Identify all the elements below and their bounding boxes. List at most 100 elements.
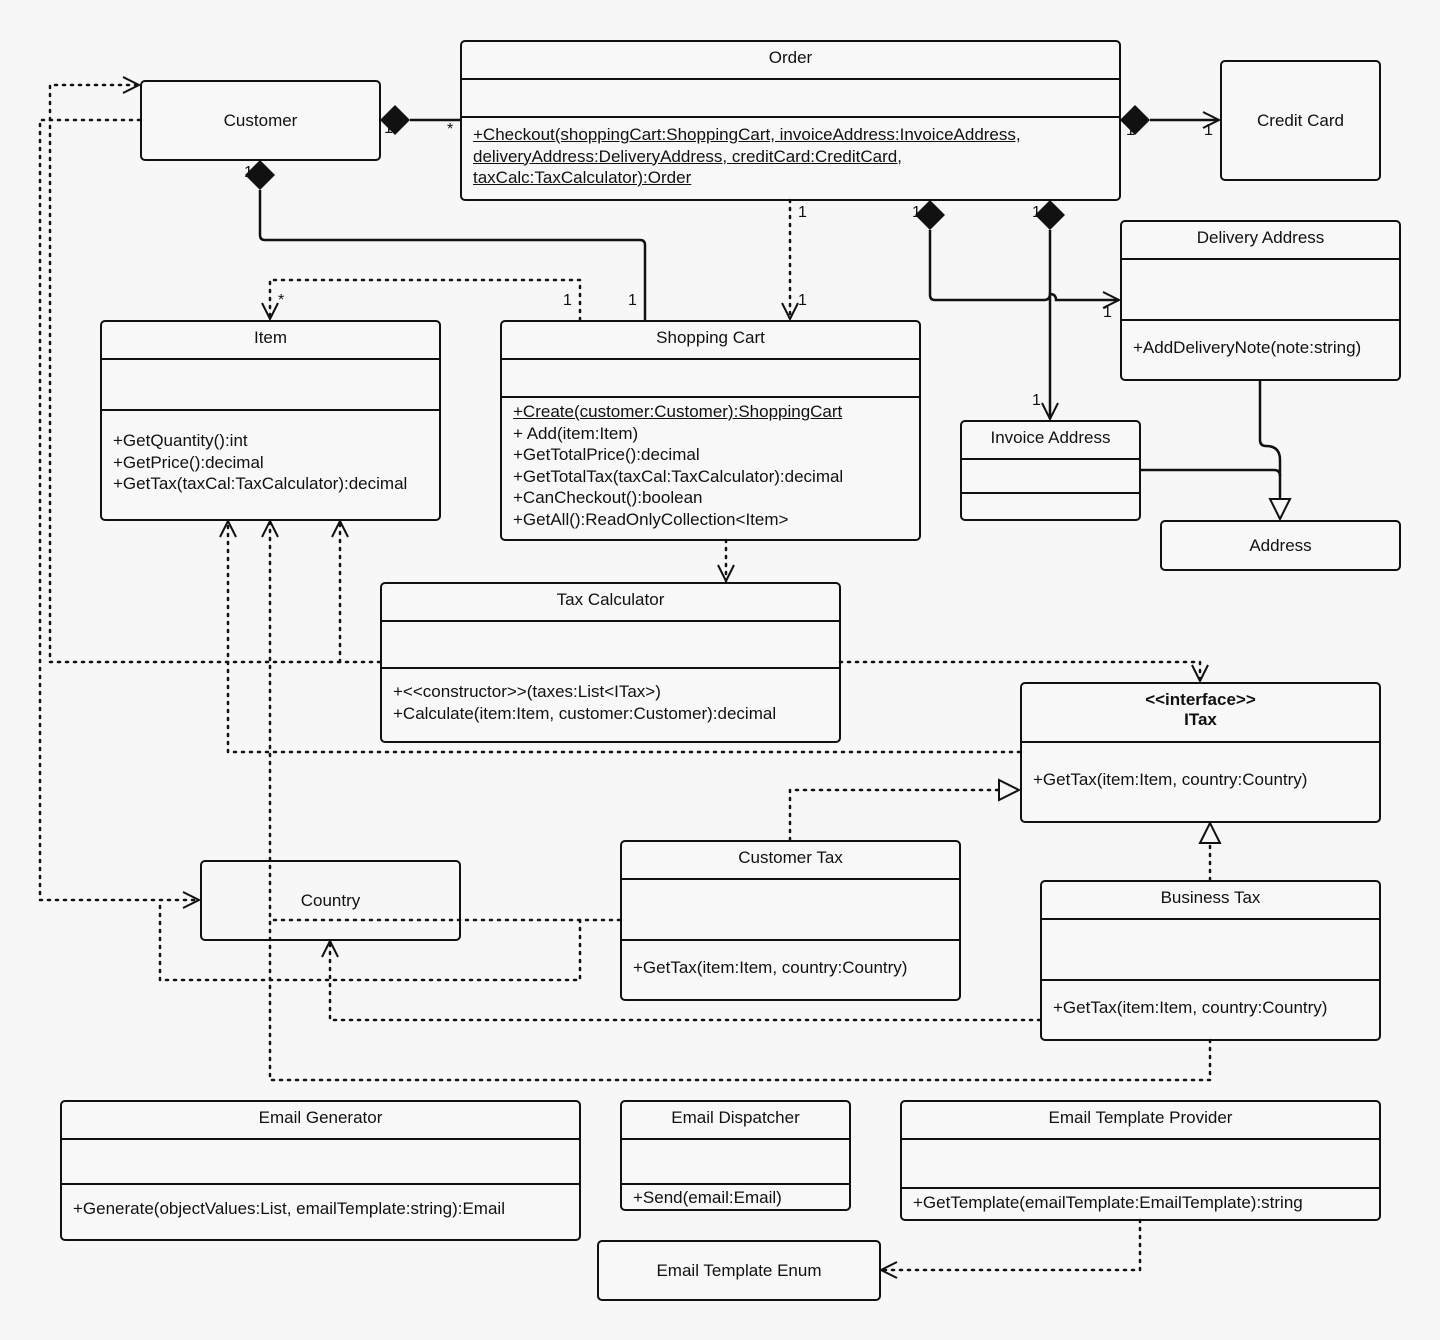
operations-compartment: +Checkout(shoppingCart:ShoppingCart, inv… [462,118,1119,189]
operation: +GetTax(item:Item, country:Country) [1033,770,1308,789]
class-customer-tax[interactable]: Customer Tax +GetTax(item:Item, country:… [620,840,961,1001]
class-country[interactable]: Country [200,860,461,941]
class-header: Tax Calculator [382,584,839,622]
class-name: Address [1249,535,1312,555]
multiplicity-label: 1 [1032,204,1041,221]
operations-compartment: +GetTax(item:Item, country:Country) [1042,981,1379,1019]
attributes-compartment [502,360,919,398]
dependency-taxcalc-itax [838,660,1200,681]
multiplicity-label: 1 [1103,304,1112,321]
operations-compartment: +GetTax(item:Item, country:Country) [622,941,959,979]
class-header: Invoice Address [962,422,1139,460]
operation: +GetTax(taxCal:TaxCalculator):decimal [113,474,408,493]
attributes-compartment [622,1140,849,1185]
class-header: <<interface>> ITax [1022,684,1379,743]
class-name: ITax [1184,710,1217,729]
class-name: Email Template Enum [656,1260,822,1280]
attributes-compartment [462,80,1119,118]
class-email-template-enum[interactable]: Email Template Enum [597,1240,881,1301]
dependency-templateprovider-enum [881,1218,1142,1270]
operation: +Create(customer:Customer):ShoppingCart [513,402,843,421]
multiplicity-label: 1 [1032,392,1041,409]
composition-diamond-icon [1120,105,1150,135]
class-email-dispatcher[interactable]: Email Dispatcher +Send(email:Email) [620,1100,851,1211]
class-header: Shopping Cart [502,322,919,360]
multiplicity-label: 1 [798,292,807,309]
operation: +GetTotalTax(taxCal:TaxCalculator):decim… [513,466,844,486]
class-name: Credit Card [1257,110,1344,130]
generalization-invoice-address [1140,468,1282,477]
operations-compartment: +GetTax(item:Item, country:Country) [1022,743,1379,791]
class-header: Email Dispatcher [622,1102,849,1140]
operation: +GetPrice():decimal [113,452,264,472]
class-email-template-provider[interactable]: Email Template Provider +GetTemplate(ema… [900,1100,1381,1221]
class-name: Item [253,328,288,347]
operations-compartment: +AddDeliveryNote(note:string) [1122,321,1399,359]
operation: +Calculate(item:Item, customer:Customer)… [393,703,777,723]
multiplicity-label: 1 [798,204,807,221]
operation: + Add(item:Item) [513,423,639,443]
attributes-compartment [622,880,959,941]
class-header: Business Tax [1042,882,1379,920]
attributes-compartment [62,1140,579,1185]
dependency-cart-item [270,278,582,322]
operation: +GetTax(item:Item, country:Country) [1053,998,1328,1017]
class-address[interactable]: Address [1160,520,1401,571]
attributes-compartment [962,460,1139,494]
class-name: Order [768,48,813,67]
multiplicity-label: 1 [244,164,253,181]
operation: +Generate(objectValues:List, emailTempla… [73,1199,505,1218]
class-business-tax[interactable]: Business Tax +GetTax(item:Item, country:… [1040,880,1381,1041]
operation: +Checkout(shoppingCart:ShoppingCart, inv… [473,125,1021,144]
class-header: Customer Tax [622,842,959,880]
multiplicity-label: 1 [384,120,393,137]
class-delivery-address[interactable]: Delivery Address +AddDeliveryNote(note:s… [1120,220,1401,381]
multiplicity-label: * [278,292,285,309]
class-name: Customer [223,110,298,130]
class-shopping-cart[interactable]: Shopping Cart +Create(customer:Customer)… [500,320,921,541]
class-name: Delivery Address [1196,228,1325,247]
operation: taxCalc:TaxCalculator):Order [473,168,692,187]
class-credit-card[interactable]: Credit Card [1220,60,1381,181]
composition-order-delivery [928,230,1119,300]
multiplicity-label: 1 [912,204,921,221]
operation: +CanCheckout():boolean [513,488,703,507]
operations-compartment: +GetTemplate(emailTemplate:EmailTemplate… [902,1189,1379,1214]
class-email-generator[interactable]: Email Generator +Generate(objectValues:L… [60,1100,581,1241]
class-header: Order [462,42,1119,80]
attributes-compartment [102,360,439,411]
class-item[interactable]: Item +GetQuantity():int +GetPrice():deci… [100,320,441,521]
operation: +Send(email:Email) [633,1188,782,1207]
attributes-compartment [1122,260,1399,321]
class-invoice-address[interactable]: Invoice Address [960,420,1141,521]
multiplicity-label: 1 [563,292,572,309]
class-header: Email Template Provider [902,1102,1379,1140]
operation: +GetQuantity():int [113,431,248,450]
class-order[interactable]: Order +Checkout(shoppingCart:ShoppingCar… [460,40,1121,201]
class-name: Email Generator [258,1108,383,1127]
operations-compartment: +<<constructor>>(taxes:List<ITax>) +Calc… [382,669,839,724]
class-header: Item [102,322,439,360]
operations-compartment: +Send(email:Email) [622,1185,849,1209]
operation: +AddDeliveryNote(note:string) [1133,338,1362,357]
class-header: Email Generator [62,1102,579,1140]
attributes-compartment [382,622,839,669]
stereotype-label: <<interface>> [1145,690,1256,709]
class-tax-calculator[interactable]: Tax Calculator +<<constructor>>(taxes:Li… [380,582,841,743]
operation: +<<constructor>>(taxes:List<ITax>) [393,682,661,701]
class-header: Delivery Address [1122,222,1399,260]
operation: +GetTemplate(emailTemplate:EmailTemplate… [913,1193,1303,1212]
operations-compartment: +Create(customer:Customer):ShoppingCart … [502,398,919,530]
multiplicity-label: 1 [1204,122,1213,139]
class-name: Shopping Cart [656,328,765,347]
operation: deliveryAddress:DeliveryAddress, creditC… [473,146,902,166]
operation: +GetTotalPrice():decimal [513,445,700,464]
multiplicity-label: 1 [1126,122,1135,139]
class-name: Tax Calculator [556,590,665,609]
generalization-delivery-address [1258,380,1280,519]
class-name: Customer Tax [738,848,843,867]
composition-customer-cart [258,190,647,320]
class-customer[interactable]: Customer [140,80,381,161]
class-name: Business Tax [1160,888,1261,907]
interface-itax[interactable]: <<interface>> ITax +GetTax(item:Item, co… [1020,682,1381,823]
